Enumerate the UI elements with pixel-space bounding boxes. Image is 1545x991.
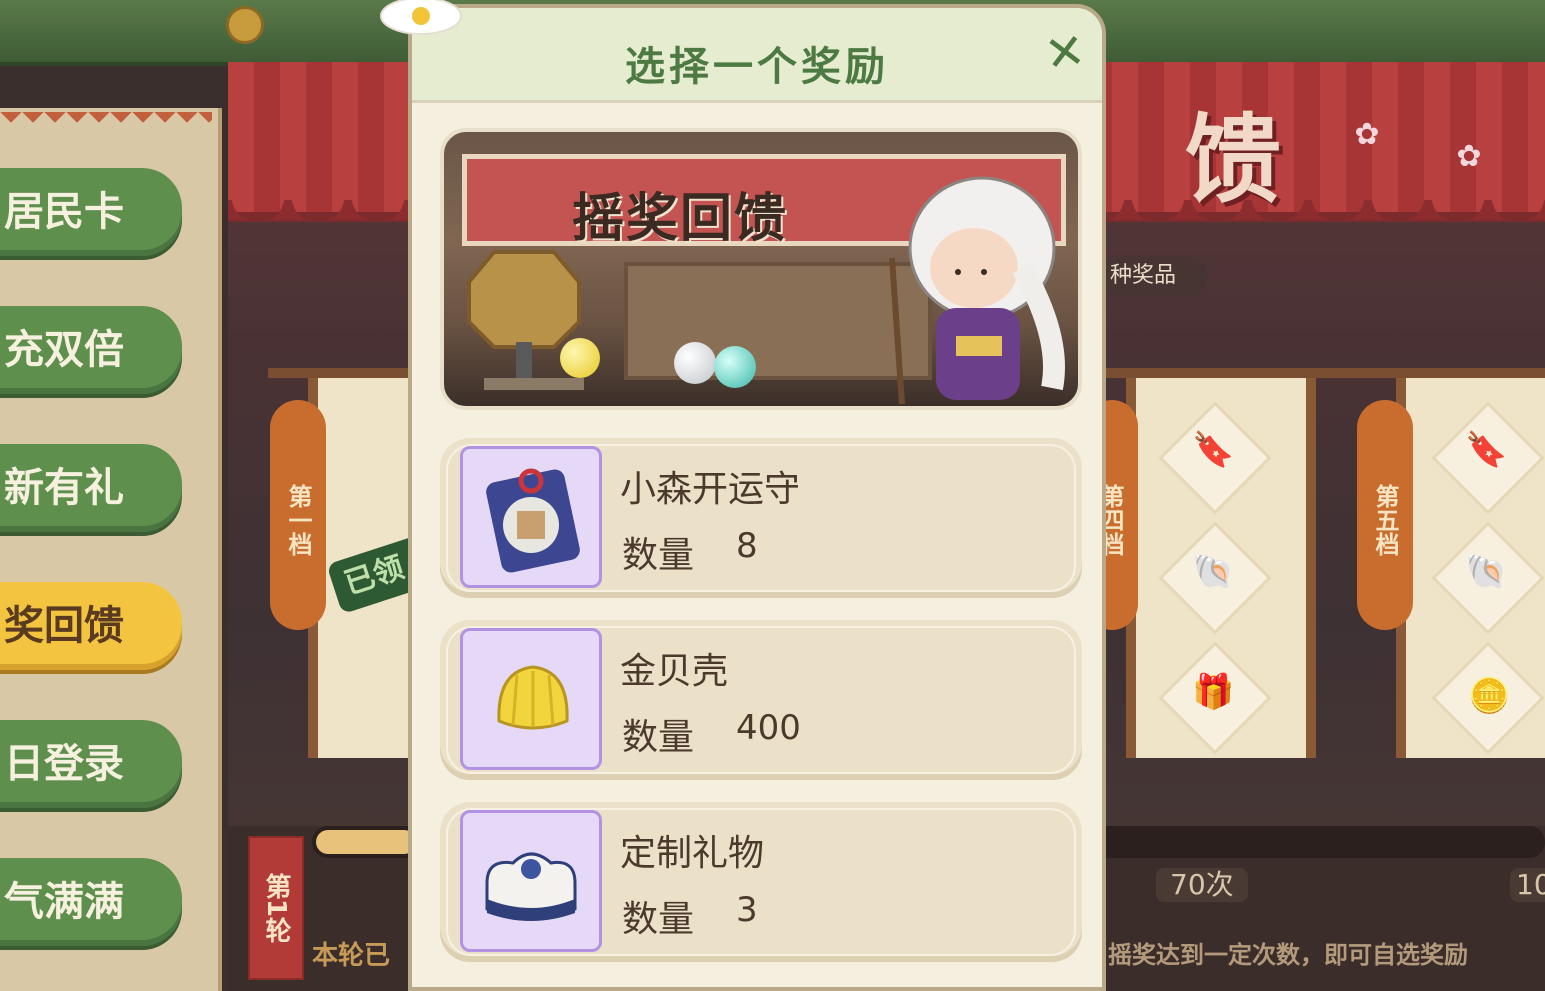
charm-icon: 🔖 <box>1465 430 1508 470</box>
reward-name: 金贝壳 <box>620 651 729 692</box>
sidebar-item-full-energy[interactable]: 气满满 <box>0 858 182 946</box>
reward-option-golden-shell[interactable]: 金贝壳 数量 400 <box>440 620 1082 780</box>
reward-option-custom-gift[interactable]: 定制礼物 数量 3 <box>440 802 1082 962</box>
reward-qty: 3 <box>736 890 758 930</box>
sidebar-item-lottery-reward[interactable]: 奖回馈 <box>0 582 182 670</box>
tier-tag-1: 第一档 <box>270 400 326 630</box>
charm-icon: 🔖 <box>1192 430 1235 470</box>
sakura-icon: ✿ <box>1354 117 1380 152</box>
close-icon[interactable]: ✕ <box>1037 22 1093 83</box>
bell-icon <box>226 6 264 44</box>
prize-count-pill: 种奖品 <box>1100 256 1208 296</box>
reward-qty-label: 数量 <box>622 717 695 758</box>
shelf-bar <box>268 368 408 378</box>
tier-tag-5: 第五档 <box>1357 400 1413 630</box>
reward-qty-label: 数量 <box>622 535 695 576</box>
golden-shell-icon: 🐚 <box>1465 552 1508 592</box>
reward-icon-box <box>460 628 602 770</box>
reward-name: 小森开运守 <box>620 469 801 510</box>
hint-text: 摇奖达到一定次数，即可自选奖励 <box>1108 941 1468 969</box>
sidebar-item-double-recharge[interactable]: 充双倍 <box>0 306 182 394</box>
reward-option-charm[interactable]: 小森开运守 数量 8 <box>440 438 1082 598</box>
modal-title: 选择一个奖励 <box>625 44 889 90</box>
daisy-flower-icon <box>380 0 462 35</box>
round-status-text: 本轮已 <box>312 941 391 971</box>
sakura-icon: ✿ <box>1456 139 1482 174</box>
coin-icon: 🪙 <box>1468 676 1511 716</box>
sidebar-item-newbie-gift[interactable]: 新有礼 <box>0 444 182 532</box>
reward-icon-box <box>460 446 602 588</box>
milestone-next: 10 <box>1510 868 1545 902</box>
white-ball-icon <box>674 342 716 384</box>
reward-qty: 8 <box>736 526 758 566</box>
reward-qty-label: 数量 <box>622 899 695 940</box>
progress-fill <box>316 830 416 854</box>
golden-shell-icon: 🐚 <box>1192 552 1235 592</box>
event-title-char: 馈 <box>1185 104 1281 216</box>
shelf-bar <box>1106 368 1545 378</box>
gift-box-icon: 🎁 <box>1192 672 1235 712</box>
round-tag: 第1轮 <box>248 836 304 980</box>
yellow-ball-icon <box>560 338 600 378</box>
banner-title: 摇奖回馈 <box>572 189 789 249</box>
golden-shell-icon <box>497 665 569 730</box>
reward-select-modal: 选择一个奖励 ✕ 摇奖回馈 小森开运守 数量 8 金贝壳 数量 400 定制礼物… <box>408 4 1106 991</box>
sidebar-item-resident-card[interactable]: 居民卡 <box>0 168 182 256</box>
milestone-70: 70次 <box>1156 868 1248 902</box>
reward-icon-box <box>460 810 602 952</box>
granny-character-icon <box>889 176 1065 405</box>
reward-qty: 400 <box>736 708 801 748</box>
sidebar-item-daily-login[interactable]: 日登录 <box>0 720 182 808</box>
gift-box-icon <box>485 852 577 921</box>
charm-icon <box>486 468 580 573</box>
event-banner: 摇奖回馈 <box>440 128 1082 410</box>
reward-name: 定制礼物 <box>620 833 765 874</box>
teal-ball-icon <box>714 346 756 388</box>
sidebar-zigzag <box>0 112 212 134</box>
